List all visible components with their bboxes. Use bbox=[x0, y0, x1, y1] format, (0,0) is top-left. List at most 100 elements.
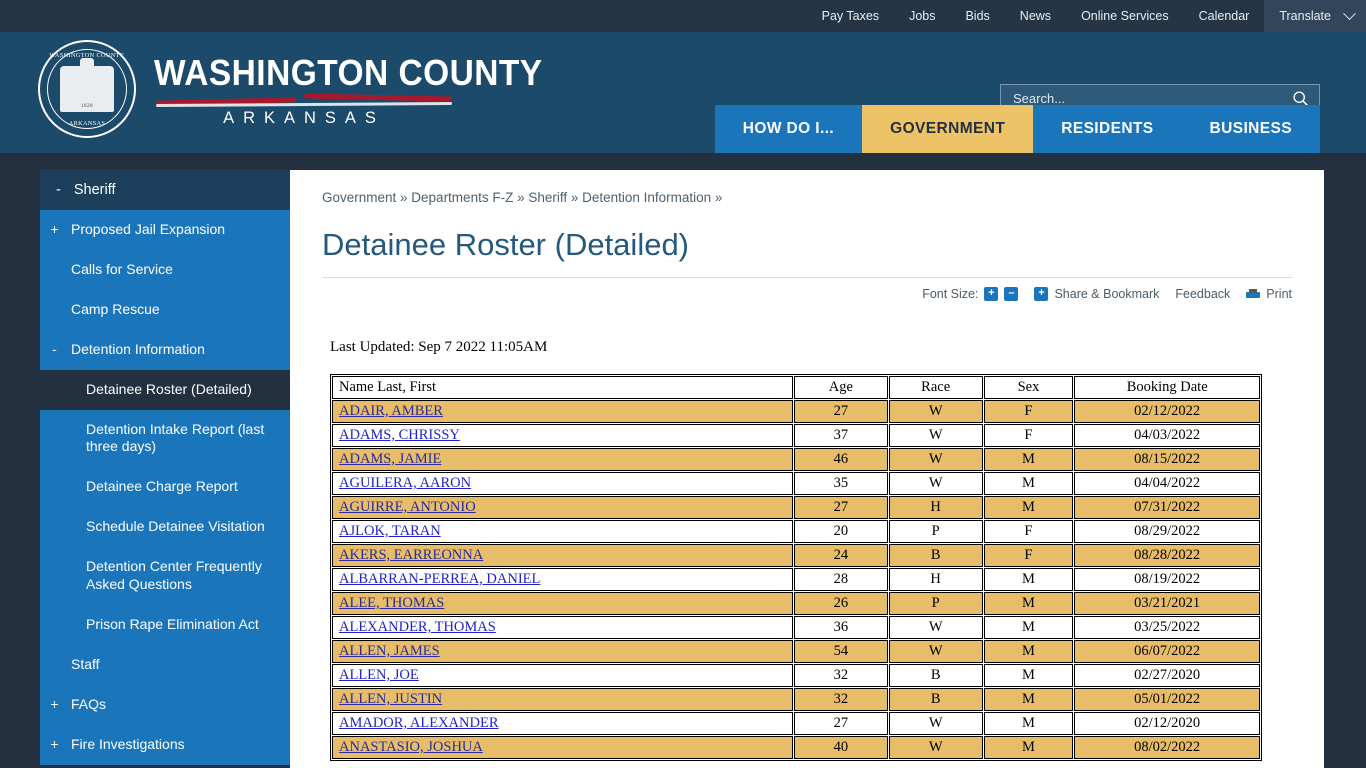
sidebar-item-label: Staff bbox=[71, 655, 100, 672]
sidebar-item-detention-intake-report[interactable]: Detention Intake Report (last three days… bbox=[40, 410, 290, 468]
sidebar-item-fire-investigations[interactable]: + Fire Investigations bbox=[40, 725, 290, 765]
topnav-link-bids[interactable]: Bids bbox=[950, 0, 1004, 32]
detainee-name-link[interactable]: ALEE, THOMAS bbox=[339, 595, 444, 611]
detainee-name-link[interactable]: AMADOR, ALEXANDER bbox=[339, 715, 499, 731]
cell-sex: F bbox=[983, 520, 1074, 543]
table-row: ALLEN, JOE 32 B M 02/27/2020 bbox=[332, 664, 1260, 687]
cell-booking-date: 02/12/2022 bbox=[1074, 400, 1260, 423]
font-size-control: Font Size: + – bbox=[922, 287, 1019, 301]
sidebar-item-detainee-charge-report[interactable]: Detainee Charge Report bbox=[40, 467, 290, 507]
topnav-link-calendar[interactable]: Calendar bbox=[1184, 0, 1265, 32]
sidebar-item-label: Schedule Detainee Visitation bbox=[86, 518, 265, 535]
topnav-link-jobs[interactable]: Jobs bbox=[894, 0, 950, 32]
cell-detainee-name: ADAMS, CHRISSY bbox=[332, 424, 793, 447]
detainee-name-link[interactable]: ADAIR, AMBER bbox=[339, 403, 443, 419]
column-header-sex: Sex bbox=[983, 376, 1074, 399]
sidebar-item-sheriff[interactable]: - Sheriff bbox=[40, 170, 290, 210]
cell-booking-date: 02/27/2020 bbox=[1074, 664, 1260, 687]
toggle-placeholder-icon bbox=[50, 656, 59, 674]
sidebar-item-detainee-roster-detailed[interactable]: Detainee Roster (Detailed) bbox=[40, 369, 290, 410]
nav-business[interactable]: BUSINESS bbox=[1181, 105, 1320, 153]
column-header-name: Name Last, First bbox=[332, 376, 793, 399]
translate-label: Translate bbox=[1279, 9, 1331, 23]
cell-detainee-name: ALEE, THOMAS bbox=[332, 592, 793, 615]
cell-booking-date: 08/15/2022 bbox=[1074, 448, 1260, 471]
sidebar-item-faqs[interactable]: + FAQs bbox=[40, 685, 290, 725]
cell-age: 37 bbox=[794, 424, 888, 447]
sidebar-item-detention-center-faq[interactable]: Detention Center Frequently Asked Questi… bbox=[40, 547, 290, 605]
sidebar-item-prison-rape-elimination-act[interactable]: Prison Rape Elimination Act bbox=[40, 605, 290, 645]
nav-government[interactable]: GOVERNMENT bbox=[862, 105, 1034, 153]
cell-sex: M bbox=[983, 448, 1074, 471]
detainee-name-link[interactable]: AJLOK, TARAN bbox=[339, 523, 441, 539]
sidebar-item-label: Prison Rape Elimination Act bbox=[86, 615, 259, 632]
print-button[interactable]: Print bbox=[1246, 287, 1292, 301]
expand-toggle-icon[interactable]: + bbox=[50, 221, 59, 239]
share-bookmark-label[interactable]: Share & Bookmark bbox=[1054, 287, 1159, 301]
site-logo[interactable]: WASHINGTON COUNTY 1828 ARKANSAS WASHINGT… bbox=[38, 40, 572, 138]
nav-how-do-i[interactable]: HOW DO I... bbox=[714, 105, 863, 153]
detainee-name-link[interactable]: ADAMS, JAMIE bbox=[339, 451, 441, 467]
share-bookmark-button[interactable]: + Share & Bookmark bbox=[1034, 287, 1159, 301]
cell-race: P bbox=[888, 520, 983, 543]
expand-toggle-icon[interactable]: + bbox=[50, 736, 59, 754]
table-row: ALLEN, JUSTIN 32 B M 05/01/2022 bbox=[332, 688, 1260, 711]
cell-detainee-name: ANASTASIO, JOSHUA bbox=[332, 736, 793, 759]
cell-booking-date: 03/25/2022 bbox=[1074, 616, 1260, 639]
cell-age: 32 bbox=[794, 688, 888, 711]
sidebar-item-label: Calls for Service bbox=[71, 260, 173, 277]
cell-detainee-name: AGUILERA, AARON bbox=[332, 472, 793, 495]
sidebar-item-camp-rescue[interactable]: Camp Rescue bbox=[40, 290, 290, 330]
breadcrumb[interactable]: Government » Departments F-Z » Sheriff »… bbox=[322, 190, 1292, 205]
table-row: ANASTASIO, JOSHUA 40 W M 08/02/2022 bbox=[332, 736, 1260, 759]
detainee-name-link[interactable]: AKERS, EARREONNA bbox=[339, 547, 483, 563]
cell-age: 20 bbox=[794, 520, 888, 543]
cell-sex: M bbox=[983, 472, 1074, 495]
detainee-name-link[interactable]: ADAMS, CHRISSY bbox=[339, 427, 460, 443]
expand-toggle-icon[interactable]: + bbox=[50, 696, 59, 714]
collapse-toggle-icon[interactable]: - bbox=[56, 182, 61, 198]
topnav-link-online-services[interactable]: Online Services bbox=[1066, 0, 1184, 32]
column-header-booking-date: Booking Date bbox=[1074, 376, 1260, 399]
toggle-placeholder-icon bbox=[50, 261, 59, 279]
detainee-name-link[interactable]: ALLEN, JOE bbox=[339, 667, 419, 683]
page-title: Detainee Roster (Detailed) bbox=[322, 227, 690, 262]
translate-dropdown[interactable]: Translate bbox=[1264, 0, 1366, 32]
font-increase-button[interactable]: + bbox=[984, 287, 999, 301]
collapse-toggle-icon[interactable]: - bbox=[50, 341, 59, 359]
detainee-name-link[interactable]: ALLEN, JAMES bbox=[339, 643, 440, 659]
print-label[interactable]: Print bbox=[1266, 287, 1292, 301]
topnav-link-news[interactable]: News bbox=[1005, 0, 1066, 32]
detainee-name-link[interactable]: ALEXANDER, THOMAS bbox=[339, 619, 496, 635]
sidebar-item-label: Proposed Jail Expansion bbox=[71, 221, 226, 237]
topnav-link-pay-taxes[interactable]: Pay Taxes bbox=[807, 0, 894, 32]
detainee-name-link[interactable]: ANASTASIO, JOSHUA bbox=[339, 739, 483, 755]
wordmark-swoosh-graphic bbox=[155, 93, 453, 108]
cell-age: 36 bbox=[794, 616, 888, 639]
nav-residents[interactable]: RESIDENTS bbox=[1033, 105, 1182, 153]
feedback-button[interactable]: Feedback bbox=[1175, 287, 1230, 301]
detainee-name-link[interactable]: ALLEN, JUSTIN bbox=[339, 691, 442, 707]
search-input[interactable] bbox=[1001, 90, 1286, 106]
table-row: ALEXANDER, THOMAS 36 W M 03/25/2022 bbox=[332, 616, 1260, 639]
font-decrease-button[interactable]: – bbox=[1004, 287, 1019, 301]
search-button[interactable] bbox=[1286, 90, 1319, 107]
seal-year: 1828 bbox=[81, 103, 93, 109]
detainee-name-link[interactable]: ALBARRAN-PERREA, DANIEL bbox=[339, 571, 540, 587]
detainee-name-link[interactable]: AGUIRRE, ANTONIO bbox=[339, 499, 476, 515]
cell-booking-date: 03/21/2021 bbox=[1074, 592, 1260, 615]
cell-age: 28 bbox=[794, 568, 888, 591]
cell-detainee-name: ADAMS, JAMIE bbox=[332, 448, 793, 471]
sidebar-item-detention-information[interactable]: - Detention Information bbox=[40, 330, 290, 370]
detainee-name-link[interactable]: AGUILERA, AARON bbox=[339, 475, 471, 491]
sidebar-item-label: Sheriff bbox=[73, 182, 116, 198]
sidebar-navigation: - Sheriff + Proposed Jail Expansion Call… bbox=[40, 170, 290, 768]
sidebar-item-calls-for-service[interactable]: Calls for Service bbox=[40, 250, 290, 290]
cell-booking-date: 05/01/2022 bbox=[1074, 688, 1260, 711]
cell-sex: F bbox=[983, 424, 1074, 447]
cell-sex: M bbox=[983, 664, 1074, 687]
sidebar-item-proposed-jail-expansion[interactable]: + Proposed Jail Expansion bbox=[40, 210, 290, 250]
cell-age: 54 bbox=[794, 640, 888, 663]
sidebar-item-schedule-detainee-visitation[interactable]: Schedule Detainee Visitation bbox=[40, 507, 290, 547]
sidebar-item-staff[interactable]: Staff bbox=[40, 645, 290, 685]
